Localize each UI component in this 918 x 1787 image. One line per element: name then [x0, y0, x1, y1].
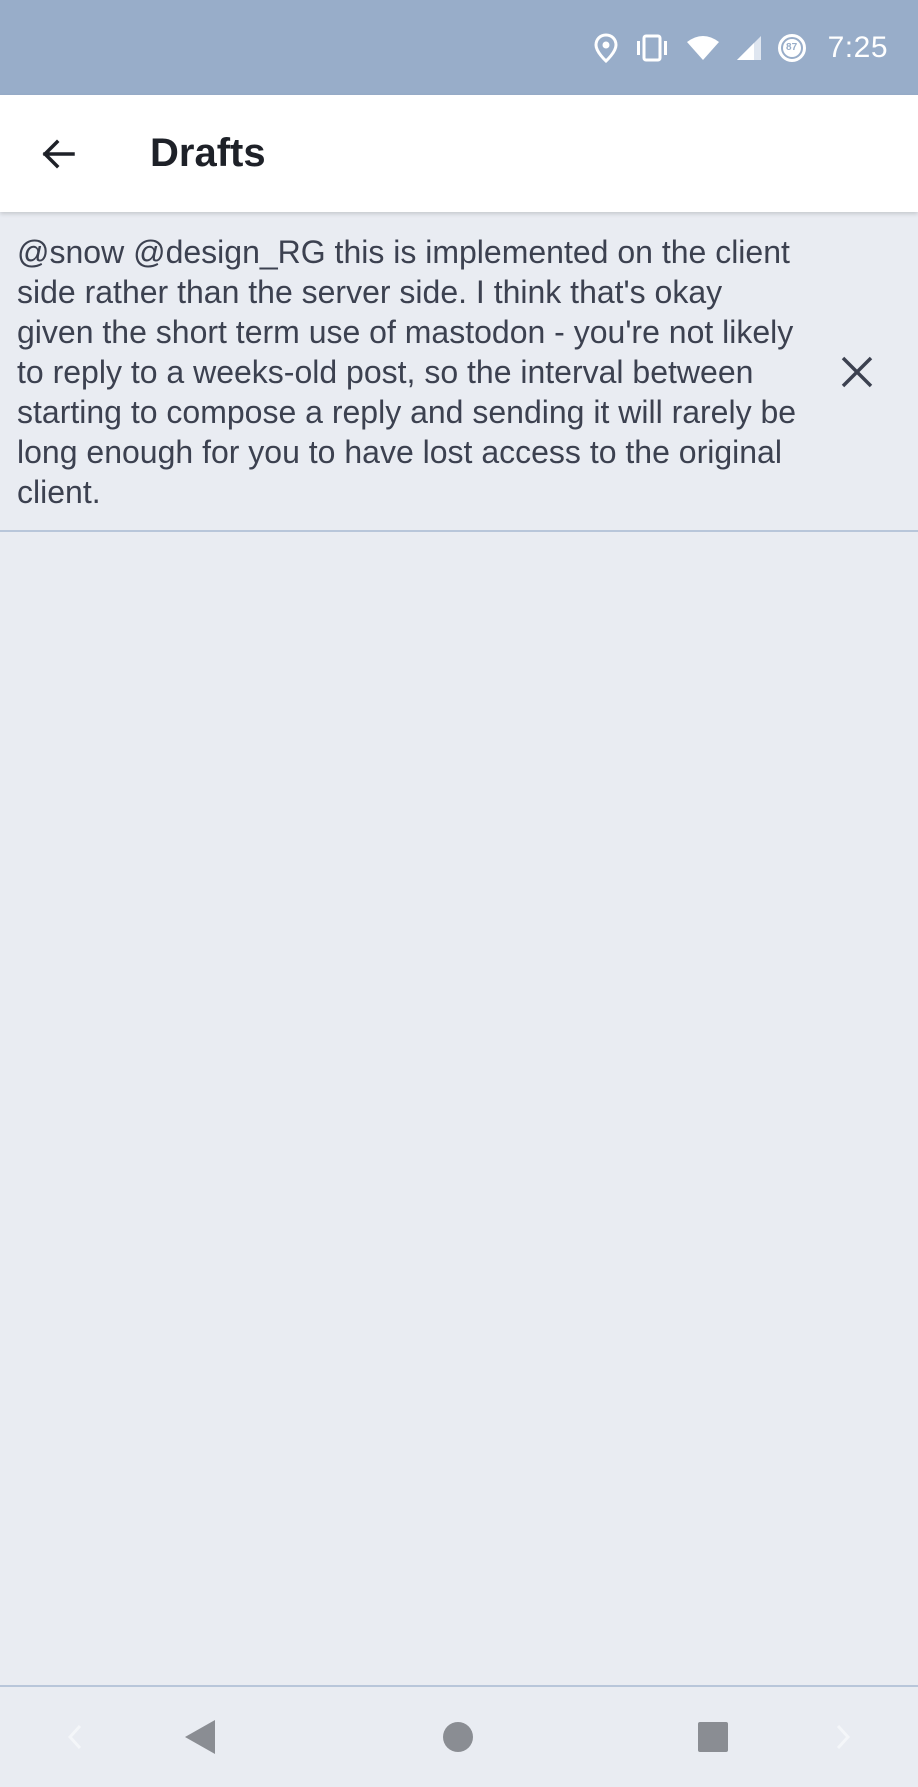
nav-recents-button[interactable] — [673, 1687, 753, 1787]
battery-level: 87 — [782, 38, 801, 57]
back-button[interactable] — [0, 95, 118, 212]
home-circle-icon — [443, 1722, 473, 1752]
nav-back-button[interactable] — [160, 1687, 240, 1787]
nav-next-button[interactable] — [818, 1687, 868, 1787]
status-bar: 87 7:25 — [0, 0, 918, 95]
wifi-icon — [686, 35, 720, 61]
recents-square-icon — [698, 1722, 728, 1752]
delete-draft-button[interactable] — [807, 322, 907, 422]
draft-item[interactable]: @snow @design_RG this is implemented on … — [0, 212, 918, 532]
app-bar: Drafts — [0, 95, 918, 212]
nav-home-button[interactable] — [418, 1687, 498, 1787]
chevron-left-icon — [67, 1724, 82, 1750]
page-title: Drafts — [150, 131, 266, 175]
vibrate-icon — [634, 34, 670, 62]
battery-icon: 87 — [777, 33, 806, 62]
close-icon — [841, 356, 873, 388]
nav-prev-button[interactable] — [50, 1687, 100, 1787]
signal-icon — [736, 35, 762, 61]
status-time: 7:25 — [827, 30, 888, 64]
location-icon — [594, 32, 618, 63]
arrow-left-icon — [42, 139, 75, 168]
draft-text: @snow @design_RG this is implemented on … — [17, 234, 797, 510]
nav-bar — [0, 1685, 918, 1785]
back-triangle-icon — [185, 1720, 215, 1754]
chevron-right-icon — [836, 1724, 851, 1750]
drafts-list: @snow @design_RG this is implemented on … — [0, 212, 918, 532]
